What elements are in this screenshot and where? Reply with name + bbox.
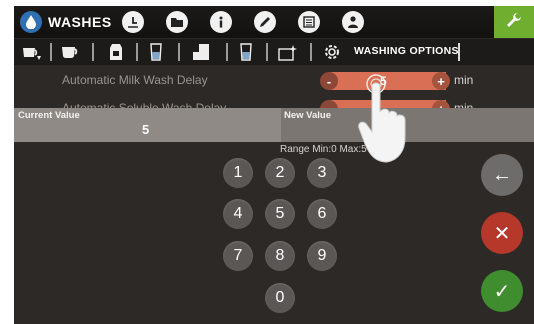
dispenser-icon[interactable] [190,42,214,62]
tab-separator [178,43,180,61]
sparkle-icon[interactable] [276,42,300,62]
increment-button[interactable]: + [432,72,450,90]
key-2[interactable]: 2 [265,158,295,188]
key-4[interactable]: 4 [223,199,253,229]
settings-wrench-button[interactable] [494,6,534,38]
close-icon: ✕ [493,222,511,245]
cup-icon[interactable] [59,42,83,62]
wrench-icon [505,11,523,34]
clear-button[interactable]: ✕ [481,212,523,254]
list-icon[interactable] [298,11,320,33]
key-7[interactable]: 7 [223,241,253,271]
backspace-button[interactable]: ← [481,154,523,196]
glass-icon[interactable] [234,42,258,62]
hand-pointer-icon [358,74,406,163]
tab-separator [458,43,460,61]
page-title: WASHES [48,14,112,30]
screen: WASHES WASHING OPTIONS Automatic Milk Wa… [0,0,534,324]
key-1[interactable]: 1 [223,158,253,188]
tab-separator [310,43,312,61]
setting-unit: min [454,73,474,87]
confirm-button[interactable]: ✓ [481,270,523,312]
value-editor-bar: Current Value 5 New Value [14,108,534,142]
key-8[interactable]: 8 [265,241,295,271]
rinse-icon[interactable] [20,42,44,62]
tab-separator [92,43,94,61]
top-bar: WASHES [14,6,534,38]
key-3[interactable]: 3 [307,158,337,188]
info-icon[interactable] [210,11,232,33]
milk-carton-icon[interactable] [104,42,128,62]
key-9[interactable]: 9 [307,241,337,271]
tab-separator [50,43,52,61]
gear-icon[interactable] [320,42,344,62]
pencil-icon[interactable] [254,11,276,33]
setting-label: Automatic Milk Wash Delay [62,73,208,87]
current-value-label: Current Value [18,110,80,121]
clock-icon[interactable] [122,11,144,33]
decrement-button[interactable]: - [320,72,338,90]
user-icon[interactable] [342,11,364,33]
current-value-box: Current Value 5 [14,108,281,142]
key-0[interactable]: 0 [265,283,295,313]
washes-title-group[interactable]: WASHES [20,10,112,34]
folder-icon[interactable] [166,11,188,33]
glass-icon[interactable] [144,42,168,62]
tab-separator [226,43,228,61]
category-tab-bar: WASHING OPTIONS [14,39,534,65]
key-6[interactable]: 6 [307,199,337,229]
tab-separator [136,43,138,61]
water-drop-icon [20,11,42,33]
washing-options-tab-label[interactable]: WASHING OPTIONS [354,45,459,57]
key-5[interactable]: 5 [265,199,295,229]
current-value: 5 [142,122,150,137]
tab-separator [266,43,268,61]
back-arrow-icon: ← [492,163,512,186]
device-panel: WASHES WASHING OPTIONS Automatic Milk Wa… [14,6,534,324]
checkmark-icon: ✓ [493,280,511,303]
new-value-label: New Value [284,110,331,121]
